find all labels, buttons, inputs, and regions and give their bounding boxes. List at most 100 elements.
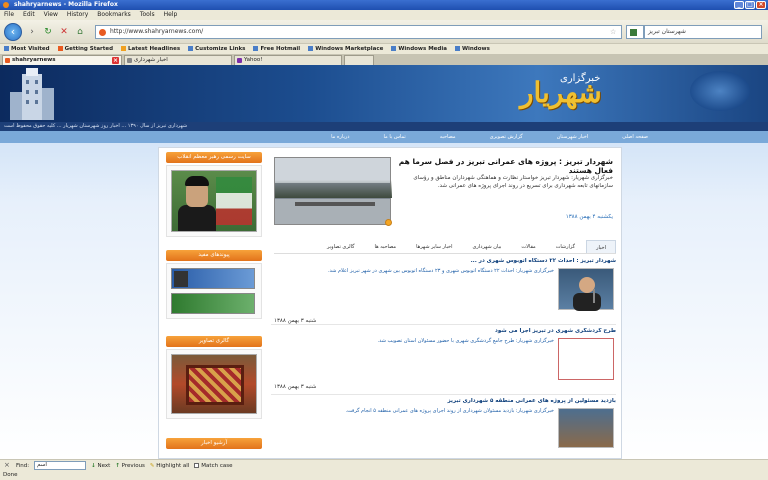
home-icon[interactable]: ⌂ [74,26,86,38]
sidebar-heading: گالری تصاویر [166,336,262,347]
close-window-button[interactable]: × [756,1,766,9]
link-banner-1[interactable] [171,268,255,289]
tab-favicon-icon [237,58,242,63]
tab-news[interactable]: اخبار [586,240,616,253]
url-text: http://www.shahryarnews.com/ [110,28,204,35]
sidebar-leader-box: سایت رسمی رهبر معظم انقلاب [166,152,262,237]
news-divider [271,394,616,395]
tab-articles[interactable]: مقالات [512,240,544,253]
tab-yahoo[interactable]: Yahoo! [234,55,342,65]
match-case-checkbox[interactable]: Match case [194,462,233,469]
close-tab-icon[interactable]: × [112,57,119,64]
search-input[interactable]: شهرستان تبریز [644,25,762,39]
news-title[interactable]: طرح گردشگری شهری در تبریز اجرا می شود [274,328,616,334]
firefox-icon [57,46,63,51]
nav-link[interactable]: گزارش تصویری [490,131,523,143]
menu-view[interactable]: View [44,10,58,20]
nav-link[interactable]: درباره ما [331,131,349,143]
bookmark-free-hotmail[interactable]: Free Hotmail [253,44,300,54]
portrait-thumb [174,271,188,287]
minimize-button[interactable]: _ [734,1,744,9]
site-logo[interactable]: شهریار [520,71,602,115]
bookmark-label: Windows Marketplace [315,46,384,52]
globe-graphic [690,71,750,111]
bookmark-latest-headlines[interactable]: Latest Headlines [121,44,180,54]
tab-gallery[interactable]: گالری تصاویر [318,240,364,253]
page-icon [253,46,259,51]
page-container: سایت رسمی رهبر معظم انقلاب پیوندهای مفید [158,147,622,459]
news-ticker[interactable]: شهرداری تبریز از سال ۱۳۹۰ ... اخبار روز … [0,122,768,131]
tab-empty[interactable] [344,55,374,65]
tab-municipality[interactable]: بیان شهرداری [464,240,511,253]
search-text: شهرستان تبریز [648,28,686,35]
feature-date: یکشنبه ۴ بهمن ۱۳۸۸ [565,214,613,220]
bookmark-windows[interactable]: Windows [454,44,490,54]
feature-headline[interactable]: شهردار تبریز : پروژه های عمرانی تبریز در… [397,157,613,175]
bridge-graphic [295,202,375,206]
menu-edit[interactable]: Edit [23,10,35,20]
stop-icon[interactable]: ✕ [58,26,70,38]
nav-link[interactable]: مصاحبه [440,131,456,143]
bookmark-label: Free Hotmail [260,46,301,52]
match-case-label: Match case [201,462,233,469]
bookmark-label: Windows [461,46,490,52]
window-titlebar: shahryarnews - Mozilla Firefox _ □ × [0,0,768,10]
highlight-all-button[interactable]: ✎ Highlight all [150,463,189,469]
bookmark-label: Latest Headlines [128,46,181,52]
navigation-toolbar: ‹ › ↻ ✕ ⌂ http://www.shahryarnews.com/ ☆… [0,20,768,44]
firefox-icon [3,2,9,8]
tab-interviews[interactable]: مصاحبه ها [366,240,406,253]
tab-shahryarnews[interactable]: shahryarnews × [2,55,122,65]
tab-other-cities[interactable]: اخبار سایر شهرها [407,240,461,253]
news-title[interactable]: بازدید مسئولین از پروژه های عمرانی منطقه… [274,398,617,404]
search-engine-selector[interactable] [626,25,644,39]
tab-city-news[interactable]: اخبار شهرداری [124,55,232,65]
find-input-text: اسم [37,462,47,468]
news-item: بازدید مسئولین از پروژه های عمرانی منطقه… [274,398,616,454]
news-thumbnail[interactable] [558,408,614,448]
tab-reports[interactable]: گزارشات [547,240,584,253]
bookmark-windows-media[interactable]: Windows Media [391,44,447,54]
feature-image[interactable] [274,157,392,225]
find-next-button[interactable]: ↓ Next [91,463,110,469]
bookmark-customize-links[interactable]: Customize Links [188,44,245,54]
menu-bookmarks[interactable]: Bookmarks [97,10,131,20]
news-thumbnail[interactable] [558,268,614,311]
nav-link[interactable]: اخبار شهرستان [557,131,589,143]
slideshow-dot-icon[interactable] [385,219,392,226]
find-label: Find: [16,462,30,469]
nav-link[interactable]: صفحه اصلی [622,131,648,143]
forward-icon[interactable]: › [26,26,38,38]
leader-image[interactable] [171,170,257,232]
tab-favicon-icon [127,58,132,63]
gallery-photo[interactable] [171,354,257,414]
close-findbar-icon[interactable]: × [4,462,11,469]
bookmark-label: Getting Started [64,46,114,52]
find-previous-label: Previous [121,462,145,469]
site-banner: خبرگزاری شهریار [0,65,768,122]
menu-help[interactable]: Help [164,10,178,20]
bookmark-most-visited[interactable]: Most Visited [4,44,50,54]
news-title[interactable]: شهردار تبریز : احداث ۲۲ دستگاه اتوبوس شه… [274,258,616,264]
menu-tools[interactable]: Tools [140,10,155,20]
maximize-button[interactable]: □ [745,1,755,9]
bookmark-star-icon[interactable]: ☆ [610,28,616,36]
highlight-label: Highlight all [156,462,190,469]
bookmark-getting-started[interactable]: Getting Started [57,44,114,54]
news-thumbnail[interactable] [558,338,614,380]
tower-icon [10,68,54,120]
sidebar-heading: پیوندهای مفید [166,250,262,261]
menu-history[interactable]: History [67,10,88,20]
nav-link[interactable]: تماس با ما [384,131,406,143]
find-previous-button[interactable]: ↑ Previous [115,463,145,469]
bookmark-windows-marketplace[interactable]: Windows Marketplace [308,44,383,54]
sidebar-body [166,349,262,419]
menu-file[interactable]: File [4,10,14,20]
news-divider [271,324,616,325]
link-banner-2[interactable] [171,293,255,314]
find-input[interactable]: اسم [34,461,87,470]
url-bar[interactable]: http://www.shahryarnews.com/ [95,25,622,39]
reload-icon[interactable]: ↻ [42,26,54,38]
speaker-photo-graphic [573,277,601,311]
back-button[interactable]: ‹ [4,23,22,41]
